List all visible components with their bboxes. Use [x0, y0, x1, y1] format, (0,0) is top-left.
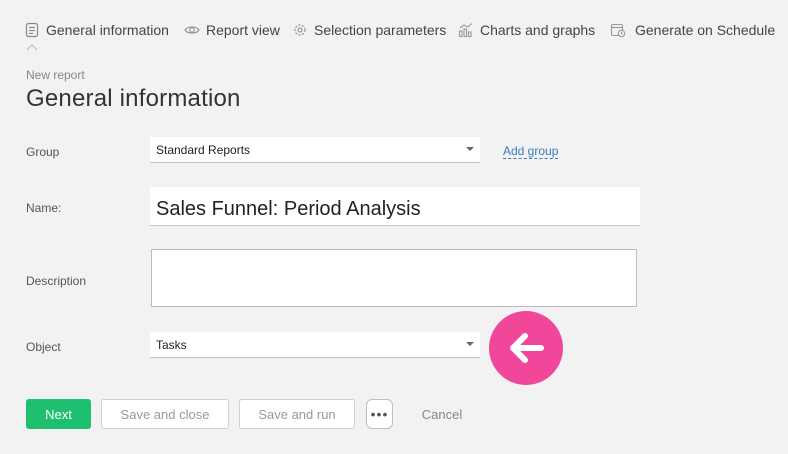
eye-icon: [184, 22, 200, 38]
tab-report-view[interactable]: Report view: [184, 19, 280, 41]
page-title: General information: [26, 85, 241, 112]
dropdown-arrow-icon: [466, 342, 474, 346]
group-select[interactable]: Standard Reports: [150, 137, 480, 163]
calendar-clock-icon: [610, 22, 626, 38]
tab-label: Report view: [206, 22, 280, 38]
report-tabs: General information Report view Selectio…: [0, 0, 788, 51]
tab-label: Selection parameters: [314, 22, 447, 38]
name-label: Name:: [26, 201, 62, 215]
group-select-value: Standard Reports: [156, 143, 251, 157]
document-icon: [24, 22, 40, 38]
gear-icon: [292, 22, 308, 38]
cancel-button[interactable]: Cancel: [410, 399, 474, 429]
tab-label: Charts and graphs: [480, 22, 596, 38]
save-and-close-button[interactable]: Save and close: [101, 399, 229, 429]
object-select-value: Tasks: [156, 338, 187, 352]
breadcrumb: New report: [26, 68, 85, 82]
save-and-run-button[interactable]: Save and run: [239, 399, 355, 429]
add-group-link[interactable]: Add group: [503, 144, 559, 159]
tab-charts-and-graphs[interactable]: Charts and graphs: [458, 19, 595, 41]
dropdown-arrow-icon: [466, 147, 474, 151]
object-label: Object: [26, 340, 61, 354]
tab-general-information[interactable]: General information: [24, 19, 169, 41]
tab-label: Generate on Schedule: [635, 22, 776, 38]
tab-label: General information: [46, 22, 169, 38]
arrow-left-icon: [510, 333, 544, 363]
chart-icon: [458, 22, 474, 38]
name-field[interactable]: [150, 187, 640, 226]
next-button[interactable]: Next: [26, 399, 91, 429]
group-label: Group: [26, 145, 60, 159]
tab-selection-parameters[interactable]: Selection parameters: [292, 19, 446, 41]
more-actions-button[interactable]: •••: [366, 399, 393, 429]
highlight-marker: [489, 311, 563, 385]
tab-generate-on-schedule[interactable]: Generate on Schedule: [610, 19, 775, 41]
description-label: Description: [26, 274, 87, 288]
description-field[interactable]: [151, 249, 637, 307]
active-tab-caret-icon: [26, 44, 38, 51]
object-select[interactable]: Tasks: [150, 332, 480, 358]
